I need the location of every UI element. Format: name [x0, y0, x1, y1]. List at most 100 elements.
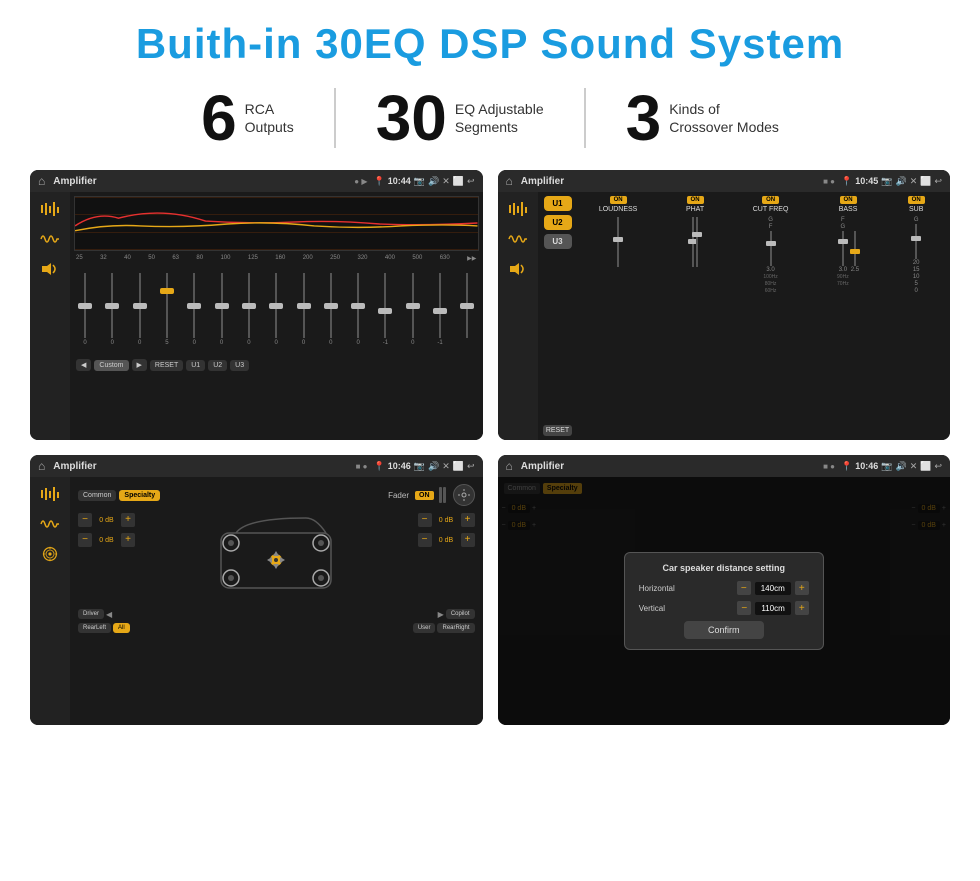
eq-icon-2[interactable]: [504, 198, 532, 220]
speaker-screen-panel: ⌂ Amplifier ■ ● 📍 10:46 📷 🔊 ✕ ⬜ ↩: [30, 455, 483, 725]
u3-button[interactable]: U3: [230, 360, 249, 371]
db2-plus[interactable]: +: [121, 533, 135, 547]
speaker-body: Common Specialty Fader ON: [30, 477, 483, 725]
db3-minus[interactable]: −: [418, 513, 432, 527]
u2-preset[interactable]: U2: [544, 215, 572, 230]
confirm-button[interactable]: Confirm: [684, 621, 764, 639]
eq-graph: [74, 196, 479, 251]
cutfreq-col: ON CUT FREQ GF 3.0 100Hz 80Hz 60Hz: [753, 196, 789, 436]
speaker-sidebar: [30, 477, 70, 725]
slider-4[interactable]: 5: [158, 273, 176, 353]
car-svg: [211, 513, 341, 603]
slider-9[interactable]: 0: [295, 273, 313, 353]
cutfreq-values: GF 3.0 100Hz 80Hz 60Hz: [763, 217, 777, 294]
slider-1[interactable]: 0: [76, 273, 94, 353]
sub-on[interactable]: ON: [908, 196, 925, 204]
right-db-controls: − 0 dB + − 0 dB +: [418, 513, 475, 547]
slider-6[interactable]: 0: [213, 273, 231, 353]
db2-minus[interactable]: −: [78, 533, 92, 547]
db4-minus[interactable]: −: [418, 533, 432, 547]
vertical-plus[interactable]: +: [795, 601, 809, 615]
page-wrapper: Buith-in 30EQ DSP Sound System 6 RCA Out…: [0, 0, 980, 881]
vertical-minus[interactable]: −: [737, 601, 751, 615]
slider-14[interactable]: -1: [431, 273, 449, 353]
crossover-cols: ON LOUDNESS ON PHAT: [578, 196, 947, 436]
crossover-app-name: Amplifier: [521, 176, 819, 187]
slider-12[interactable]: -1: [376, 273, 394, 353]
horizontal-value: 140cm: [755, 582, 791, 595]
vertical-row: Vertical − 110cm +: [639, 601, 809, 615]
home-icon-2: ⌂: [506, 174, 513, 188]
crossover-content: U1 U2 U3 RESET ON LOUDNESS: [538, 192, 951, 440]
main-title: Buith-in 30EQ DSP Sound System: [30, 20, 950, 68]
reset-crossover[interactable]: RESET: [543, 425, 572, 436]
u1-button[interactable]: U1: [186, 360, 205, 371]
slider-15[interactable]: [458, 273, 476, 353]
rearleft-btn[interactable]: RearLeft: [78, 623, 111, 633]
volume-icon-2[interactable]: [504, 258, 532, 280]
screenshots-grid: ⌂ Amplifier ● ▶ 📍 10:44 📷 🔊 ✕ ⬜ ↩: [30, 170, 950, 725]
speaker-main-body: − 0 dB + − 0 dB +: [74, 509, 479, 607]
db4-plus[interactable]: +: [461, 533, 475, 547]
horizontal-row: Horizontal − 140cm +: [639, 581, 809, 595]
slider-13[interactable]: 0: [404, 273, 422, 353]
fader-label: Fader: [388, 491, 409, 500]
user-btn[interactable]: User: [413, 623, 436, 633]
phat-col: ON PHAT: [686, 196, 704, 436]
slider-10[interactable]: 0: [322, 273, 340, 353]
slider-7[interactable]: 0: [240, 273, 258, 353]
speaker-status-icons: 📍 10:46 📷 🔊 ✕ ⬜ ↩: [374, 461, 475, 472]
rearright-btn[interactable]: RearRight: [437, 623, 474, 633]
custom-preset-button[interactable]: Custom: [94, 360, 128, 371]
all-btn[interactable]: All: [113, 623, 130, 633]
common-btn[interactable]: Common: [78, 490, 116, 501]
slider-8[interactable]: 0: [267, 273, 285, 353]
slider-5[interactable]: 0: [185, 273, 203, 353]
loudness-on[interactable]: ON: [610, 196, 627, 204]
settings-icon[interactable]: [453, 484, 475, 506]
slider-2[interactable]: 0: [103, 273, 121, 353]
cutfreq-on[interactable]: ON: [762, 196, 779, 204]
eq-sidebar: [30, 192, 70, 440]
sub-col: ON SUB G 20 15 10: [908, 196, 925, 436]
db1-minus[interactable]: −: [78, 513, 92, 527]
u2-button[interactable]: U2: [208, 360, 227, 371]
stat-rca: 6 RCA Outputs: [161, 86, 334, 150]
u1-preset[interactable]: U1: [544, 196, 572, 211]
bass-on[interactable]: ON: [840, 196, 857, 204]
sub-label: SUB: [909, 206, 923, 213]
speaker-icon[interactable]: [36, 543, 64, 565]
horizontal-plus[interactable]: +: [795, 581, 809, 595]
wave-icon-2[interactable]: [504, 228, 532, 250]
wave-icon-3[interactable]: [36, 513, 64, 535]
db-control-3: − 0 dB +: [418, 513, 475, 527]
slider-3[interactable]: 0: [131, 273, 149, 353]
stat-crossover-number: 3: [626, 86, 662, 150]
db1-plus[interactable]: +: [121, 513, 135, 527]
eq-icon[interactable]: [36, 198, 64, 220]
car-visual: [139, 513, 414, 603]
eq-freq-labels: 25 32 40 50 63 80 100 125 160 200 250 32…: [74, 255, 479, 262]
dialog-title: Car speaker distance setting: [639, 563, 809, 573]
slider-11[interactable]: 0: [349, 273, 367, 353]
crossover-status-icons: 📍 10:45 📷 🔊 ✕ ⬜ ↩: [841, 176, 942, 187]
wave-icon[interactable]: [36, 228, 64, 250]
specialty-btn[interactable]: Specialty: [119, 490, 160, 501]
home-icon-4: ⌂: [506, 459, 513, 473]
copilot-btn[interactable]: Copilot: [446, 609, 475, 619]
eq-icon-3[interactable]: [36, 483, 64, 505]
driver-btn[interactable]: Driver: [78, 609, 104, 619]
fader-on[interactable]: ON: [415, 491, 434, 500]
horizontal-minus[interactable]: −: [737, 581, 751, 595]
crossover-status-bar: ⌂ Amplifier ■ ● 📍 10:45 📷 🔊 ✕ ⬜ ↩: [498, 170, 951, 192]
db3-plus[interactable]: +: [461, 513, 475, 527]
play-button[interactable]: ▶: [132, 359, 147, 371]
volume-icon[interactable]: [36, 258, 64, 280]
left-db-controls: − 0 dB + − 0 dB +: [78, 513, 135, 547]
u3-preset[interactable]: U3: [544, 234, 572, 249]
prev-button[interactable]: ◀: [76, 359, 91, 371]
reset-button[interactable]: RESET: [150, 360, 183, 371]
speaker-status-bar: ⌂ Amplifier ■ ● 📍 10:46 📷 🔊 ✕ ⬜ ↩: [30, 455, 483, 477]
horizontal-label: Horizontal: [639, 584, 733, 593]
phat-on[interactable]: ON: [687, 196, 704, 204]
